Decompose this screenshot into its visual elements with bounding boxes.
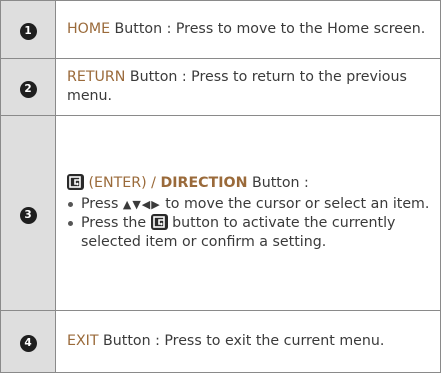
- row-description: (ENTER) / DIRECTION Button : Press ▲▼◀▶ …: [55, 115, 441, 311]
- row-number-cell: 3: [0, 115, 56, 311]
- table-row: 1 HOME Button : Press to move to the Hom…: [0, 0, 441, 59]
- instruction-list: Press ▲▼◀▶ to move the cursor or select …: [67, 195, 430, 252]
- return-keyword: RETURN: [67, 69, 126, 85]
- table-row: 4 EXIT Button : Press to exit the curren…: [0, 310, 441, 373]
- bullet-text: Press: [81, 196, 119, 212]
- enter-direction-heading: (ENTER) / DIRECTION Button :: [67, 174, 430, 193]
- heading-suffix: Button :: [247, 175, 309, 191]
- row-description: RETURN Button : Press to return to the p…: [55, 58, 441, 116]
- number-badge: 3: [19, 206, 37, 224]
- enter-label: (ENTER) /: [88, 175, 156, 191]
- enter-button-icon: [67, 174, 84, 190]
- row-description: EXIT Button : Press to exit the current …: [55, 310, 441, 373]
- home-description: Button : Press to move to the Home scree…: [110, 21, 426, 37]
- number-badge: 1: [19, 23, 37, 40]
- home-keyword: HOME: [67, 21, 111, 37]
- direction-arrows-icon: ▲▼◀▶: [122, 198, 161, 211]
- exit-keyword: EXIT: [67, 333, 99, 349]
- row-description: HOME Button : Press to move to the Home …: [55, 0, 441, 59]
- row-number-cell: 4: [0, 310, 56, 373]
- table-row: 2 RETURN Button : Press to return to the…: [0, 58, 441, 116]
- bullet-text: to move the cursor or select an item.: [160, 196, 430, 212]
- row-number-cell: 2: [0, 58, 56, 116]
- remote-buttons-table: 1 HOME Button : Press to move to the Hom…: [0, 0, 441, 373]
- exit-description: Button : Press to exit the current menu.: [98, 333, 385, 349]
- table-row: 3 (ENTER) / DIRECTION Button : Press ▲▼◀…: [0, 115, 441, 311]
- number-badge: 4: [19, 335, 37, 352]
- list-item: Press the button to activate the current…: [67, 214, 430, 252]
- enter-button-icon: [150, 214, 168, 230]
- bullet-text: Press the: [81, 215, 147, 231]
- row-number-cell: 1: [0, 0, 56, 59]
- direction-keyword: DIRECTION: [160, 175, 248, 191]
- number-badge: 2: [19, 80, 37, 98]
- list-item: Press ▲▼◀▶ to move the cursor or select …: [67, 195, 430, 214]
